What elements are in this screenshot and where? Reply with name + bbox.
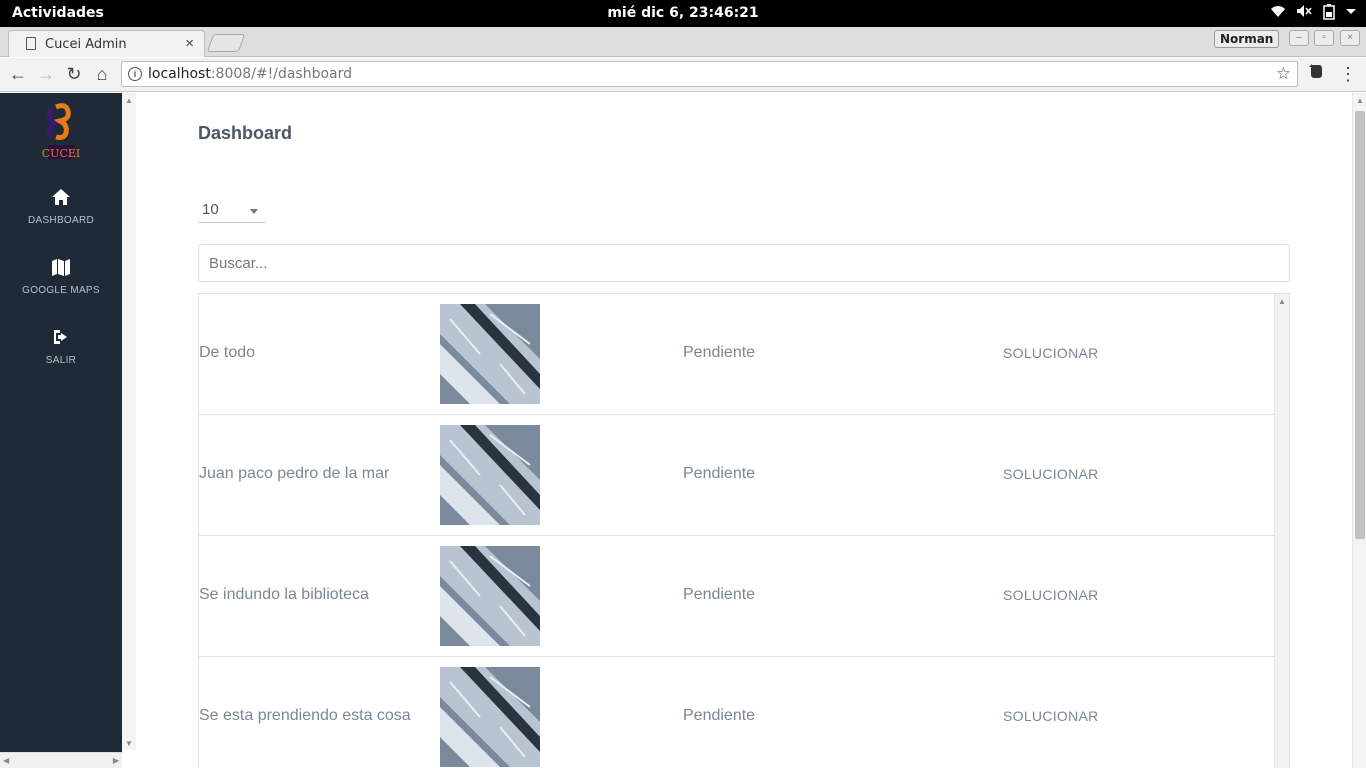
report-name: Se esta prendiendo esta cosa [199,707,411,724]
sidebar-item-dashboard[interactable]: DASHBOARD [0,187,122,247]
home-button-icon[interactable]: ⌂ [91,63,113,85]
close-tab-icon[interactable]: × [185,35,194,52]
scroll-left-icon[interactable]: ◀ [3,756,9,765]
table-row: Juan paco pedro de la mar Pendiente SOLU… [199,415,1275,536]
page-scrollbar[interactable]: ▲ [1352,93,1366,768]
sidebar-horizontal-scrollbar[interactable]: ◀ ▶ [0,752,122,768]
scrollbar-thumb[interactable] [1355,111,1365,539]
evernote-extension-icon[interactable] [1305,63,1327,85]
browser-tab-active[interactable]: Cucei Admin × [8,30,205,57]
status-text: Pendiente [683,465,756,482]
back-icon[interactable]: ← [7,63,29,85]
volume-muted-icon [1296,4,1312,24]
scroll-right-icon[interactable]: ▶ [113,756,119,765]
chevron-down-icon [250,209,258,214]
main-content: Dashboard 10 De todo Pendiente SOLUCIONA… [136,93,1352,768]
report-name: Juan paco pedro de la mar [199,465,390,482]
status-text: Pendiente [683,586,756,603]
reload-icon[interactable]: ↻ [63,63,85,85]
status-text: Pendiente [683,707,756,724]
reports-table: De todo Pendiente SOLUCIONAR Juan paco p… [198,293,1290,768]
solve-button[interactable]: SOLUCIONAR [1003,587,1099,603]
page-icon [26,37,36,50]
sidebar-item-google-maps[interactable]: GOOGLE MAPS [0,257,122,317]
status-text: Pendiente [683,344,756,361]
map-icon [51,257,71,277]
per-page-value: 10 [202,201,219,218]
scroll-up-icon[interactable]: ▲ [125,96,133,105]
close-window-icon[interactable]: × [1340,30,1360,46]
battery-icon [1322,4,1336,24]
search-input[interactable] [198,244,1290,282]
profile-button[interactable]: Norman [1214,30,1280,48]
solve-button[interactable]: SOLUCIONAR [1003,708,1099,724]
system-tray[interactable] [1270,4,1356,24]
minimize-window-icon[interactable]: – [1289,30,1309,46]
forward-icon[interactable]: → [35,63,57,85]
browser-menu-icon[interactable]: ⋮ [1337,63,1359,85]
cucei-logo[interactable]: CUCEI [42,103,80,161]
sign-out-icon [51,327,71,347]
browser-toolbar: ← → ↻ ⌂ i localhost:8008/#!/dashboard ☆ … [0,58,1366,92]
tab-title: Cucei Admin [45,37,127,52]
logo-text: CUCEI [42,147,80,160]
per-page-select[interactable]: 10 [198,199,266,223]
clock[interactable]: mié dic 6, 23:46:21 [0,5,1366,21]
sidebar-item-label: SALIR [45,355,77,366]
table-scrollbar[interactable]: ▲ [1274,294,1289,768]
system-top-bar: Actividades mié dic 6, 23:46:21 [0,0,1366,27]
maximize-window-icon[interactable]: ▫ [1314,30,1334,46]
url-text: localhost:8008/#!/dashboard [148,66,353,82]
sidebar-item-label: GOOGLE MAPS [22,285,100,296]
solve-button[interactable]: SOLUCIONAR [1003,466,1099,482]
scroll-down-icon[interactable]: ▼ [125,739,133,748]
report-photo [440,425,540,525]
site-info-icon[interactable]: i [128,67,142,81]
page-title: Dashboard [198,123,293,143]
sidebar: CUCEI DASHBOARD GOOGLE MAPS SALIR [0,93,122,768]
scroll-up-icon[interactable]: ▲ [1278,297,1286,306]
report-photo [440,546,540,646]
home-icon [51,187,71,207]
solve-button[interactable]: SOLUCIONAR [1003,345,1099,361]
browser-tab-strip: Cucei Admin × Norman – ▫ × [0,27,1366,57]
table-row: Se indundo la biblioteca Pendiente SOLUC… [199,536,1275,657]
wifi-icon [1270,4,1286,24]
sidebar-item-label: DASHBOARD [27,215,95,226]
table-row: Se esta prendiendo esta cosa Pendiente S… [199,657,1275,768]
sidebar-item-salir[interactable]: SALIR [0,327,122,387]
bookmark-star-icon[interactable]: ☆ [1276,64,1291,84]
report-name: De todo [199,344,256,361]
report-photo [440,304,540,404]
scroll-up-icon[interactable]: ▲ [1356,96,1364,105]
report-photo [440,667,540,767]
report-name: Se indundo la biblioteca [199,586,369,603]
system-menu-chevron-icon [1346,4,1356,24]
new-tab-button[interactable] [206,34,246,52]
table-row: De todo Pendiente SOLUCIONAR [199,294,1275,415]
sidebar-scrollbar[interactable]: ▲ ▼ [122,93,136,750]
address-bar[interactable]: i localhost:8008/#!/dashboard ☆ [121,61,1298,87]
